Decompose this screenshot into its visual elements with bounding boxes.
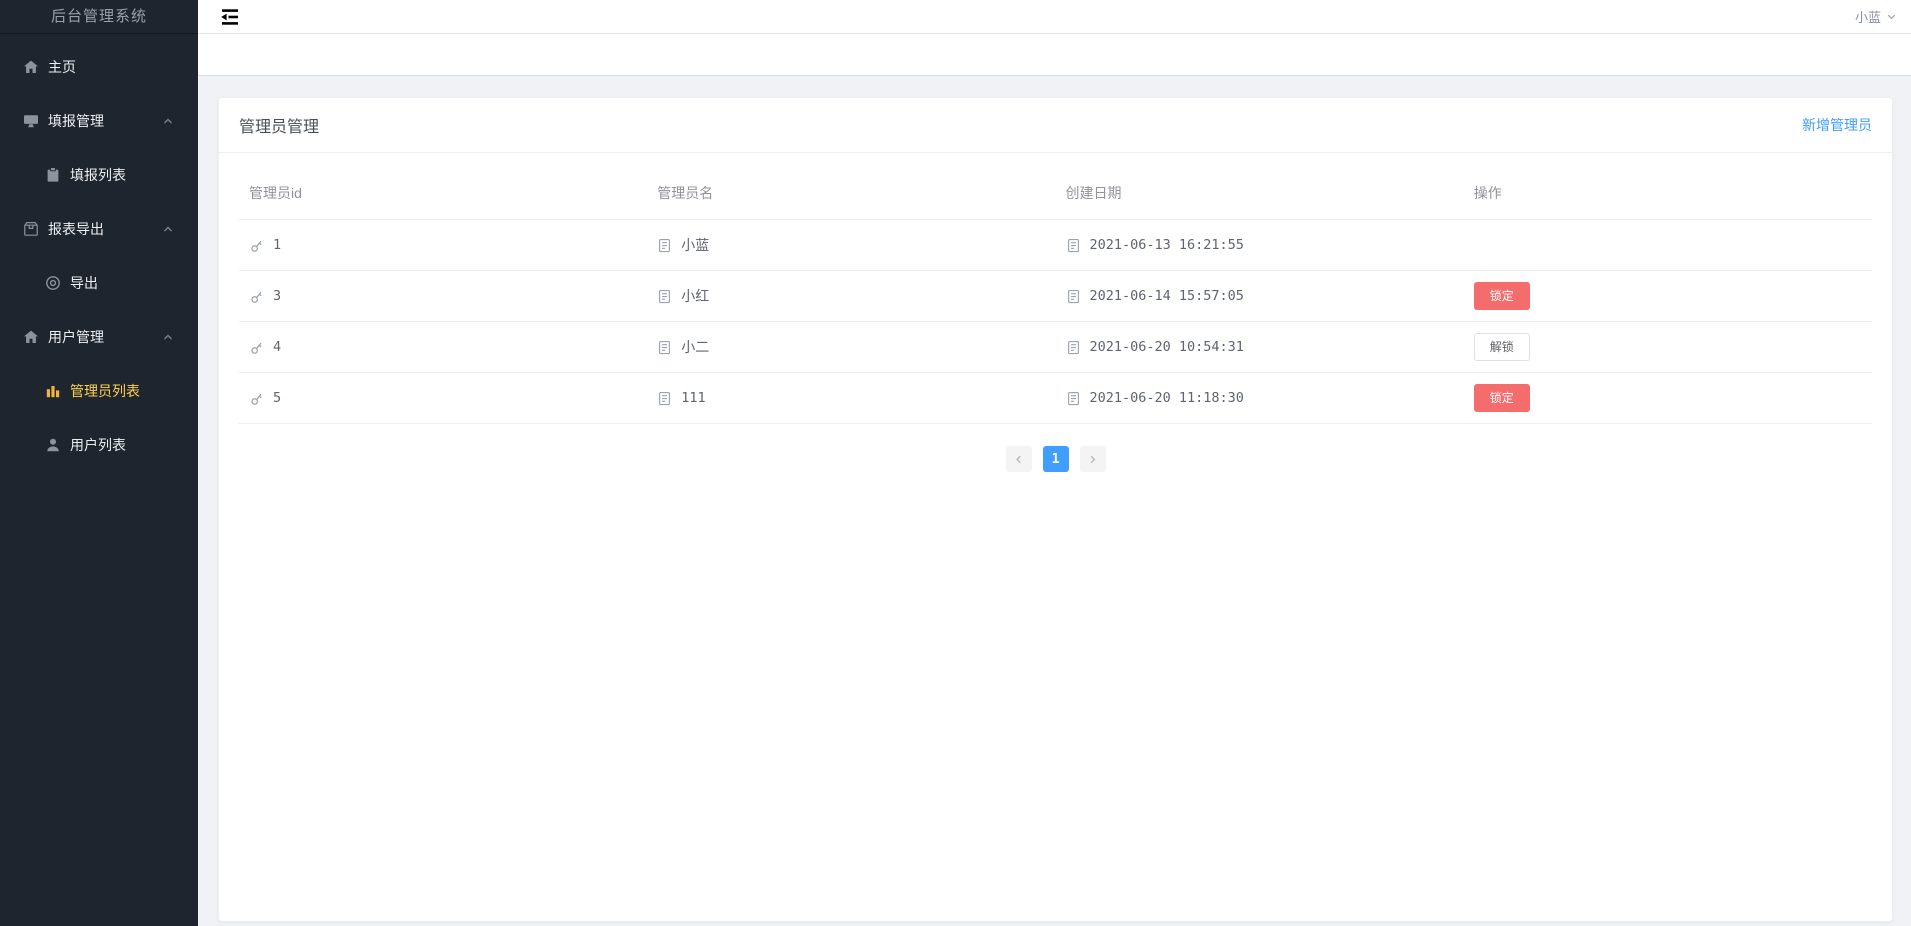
sidebar-menu: 主页 填报管理 填报列表 报表导出 导出 用户管理 管理员列表 用户列表 xyxy=(0,34,198,472)
created-date: 2021-06-14 15:57:05 xyxy=(1089,288,1244,304)
user-icon xyxy=(45,437,61,453)
sidebar-item-label: 导出 xyxy=(70,275,98,291)
chevron-down-icon xyxy=(1887,14,1896,20)
chevron-up-icon xyxy=(162,331,174,343)
sidebar-item-report-list[interactable]: 填报列表 xyxy=(0,148,198,202)
package-icon xyxy=(23,221,39,237)
admin-id: 3 xyxy=(273,288,282,304)
created-date: 2021-06-20 10:54:31 xyxy=(1089,339,1244,355)
key-icon xyxy=(249,289,264,304)
sidebar-item-label: 填报管理 xyxy=(48,113,104,129)
document-icon xyxy=(657,340,672,355)
pagination: 1 xyxy=(239,446,1872,472)
actions-cell xyxy=(1463,219,1872,271)
sidebar-item-report-management[interactable]: 填报管理 xyxy=(0,94,198,148)
actions-cell: 锁定 xyxy=(1463,372,1872,424)
sidebar-item-export[interactable]: 导出 xyxy=(0,256,198,310)
chevron-left-icon xyxy=(1016,455,1021,463)
sidebar-item-label: 用户管理 xyxy=(48,329,104,345)
document-icon xyxy=(657,289,672,304)
monitor-icon xyxy=(23,113,39,129)
home-icon xyxy=(23,59,39,75)
sidebar-item-label: 用户列表 xyxy=(70,437,126,453)
admin-management-card: 管理员管理 新增管理员 管理员id 管理员名 创建日期 操作 1 小蓝 2021… xyxy=(218,97,1893,922)
column-created-date: 创建日期 xyxy=(1055,163,1464,220)
admin-id: 4 xyxy=(273,339,282,355)
admin-name: 小红 xyxy=(681,288,710,304)
table-row: 4 小二 2021-06-20 10:54:31 解锁 xyxy=(239,321,1872,373)
card-body: 管理员id 管理员名 创建日期 操作 1 小蓝 2021-06-13 16:21… xyxy=(219,153,1892,472)
column-actions: 操作 xyxy=(1463,163,1872,220)
sidebar-collapse-icon[interactable] xyxy=(219,8,241,26)
document-icon xyxy=(657,391,672,406)
actions-cell: 锁定 xyxy=(1463,270,1872,322)
sidebar-item-user-list[interactable]: 用户列表 xyxy=(0,418,198,472)
actions-cell: 解锁 xyxy=(1463,321,1872,373)
target-icon xyxy=(45,275,61,291)
user-name: 小蓝 xyxy=(1854,10,1881,25)
sidebar-item-label: 主页 xyxy=(48,59,76,75)
lock-button[interactable]: 锁定 xyxy=(1473,384,1530,412)
sidebar-item-home[interactable]: 主页 xyxy=(0,40,198,94)
sidebar-item-label: 管理员列表 xyxy=(70,383,140,399)
chevron-right-icon xyxy=(1090,455,1096,463)
card-header: 管理员管理 新增管理员 xyxy=(219,98,1892,153)
sidebar-item-label: 报表导出 xyxy=(48,221,104,237)
table-row: 5 111 2021-06-20 11:18:30 锁定 xyxy=(239,372,1872,424)
table-row: 3 小红 2021-06-14 15:57:05 锁定 xyxy=(239,270,1872,322)
document-icon xyxy=(1066,238,1081,253)
admin-name: 小蓝 xyxy=(681,237,710,253)
tags-bar xyxy=(198,34,1911,76)
document-icon xyxy=(1066,391,1081,406)
sidebar-item-user-management[interactable]: 用户管理 xyxy=(0,310,198,364)
chevron-up-icon xyxy=(162,115,174,127)
chevron-up-icon xyxy=(162,223,174,235)
document-icon xyxy=(1066,340,1081,355)
admin-table: 管理员id 管理员名 创建日期 操作 1 小蓝 2021-06-13 16:21… xyxy=(239,163,1872,424)
user-dropdown[interactable]: 小蓝 xyxy=(1855,7,1897,26)
sidebar-item-report-export[interactable]: 报表导出 xyxy=(0,202,198,256)
sidebar-item-label: 填报列表 xyxy=(70,167,126,183)
app-title: 后台管理系统 xyxy=(0,0,198,34)
table-header-row: 管理员id 管理员名 创建日期 操作 xyxy=(239,163,1872,220)
document-icon xyxy=(1066,289,1081,304)
admin-id: 1 xyxy=(273,237,282,253)
sidebar-item-admin-list[interactable]: 管理员列表 xyxy=(0,364,198,418)
table-row: 1 小蓝 2021-06-13 16:21:55 xyxy=(239,219,1872,271)
column-admin-id: 管理员id xyxy=(239,163,648,220)
admin-name: 小二 xyxy=(681,339,710,355)
created-date: 2021-06-20 11:18:30 xyxy=(1089,390,1244,406)
admin-id: 5 xyxy=(273,390,282,406)
clipboard-icon xyxy=(45,167,61,183)
top-header: 小蓝 xyxy=(198,0,1911,34)
created-date: 2021-06-13 16:21:55 xyxy=(1089,237,1244,253)
home-icon xyxy=(23,329,39,345)
key-icon xyxy=(249,391,264,406)
unlock-button[interactable]: 解锁 xyxy=(1473,333,1530,361)
pagination-next-button[interactable] xyxy=(1079,446,1106,472)
content-area: 管理员管理 新增管理员 管理员id 管理员名 创建日期 操作 1 小蓝 2021… xyxy=(198,76,1911,926)
pagination-page-1[interactable]: 1 xyxy=(1042,446,1069,472)
admin-name: 111 xyxy=(681,390,706,406)
key-icon xyxy=(249,340,264,355)
main-area: 小蓝 管理员管理 新增管理员 管理员id 管理员名 创建日期 操作 1 小蓝 2… xyxy=(198,0,1911,926)
add-admin-link[interactable]: 新增管理员 xyxy=(1802,115,1872,135)
key-icon xyxy=(249,238,264,253)
lock-button[interactable]: 锁定 xyxy=(1473,282,1530,310)
bar-chart-icon xyxy=(45,383,61,399)
sidebar: 后台管理系统 主页 填报管理 填报列表 报表导出 导出 用户管理 管理员列表 用… xyxy=(0,0,198,926)
document-icon xyxy=(657,238,672,253)
page-title: 管理员管理 xyxy=(239,119,320,136)
column-admin-name: 管理员名 xyxy=(647,163,1056,220)
pagination-prev-button[interactable] xyxy=(1005,446,1032,472)
